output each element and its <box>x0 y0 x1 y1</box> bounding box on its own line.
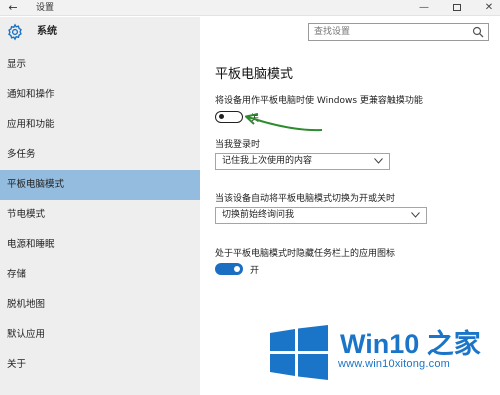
sidebar: 系统 显示 通知和操作 应用和功能 多任务 平板电脑模式 节电模式 电源和睡眠 … <box>0 17 200 395</box>
touch-mode-label: 将设备用作平板电脑时使 Windows 更兼容触摸功能 <box>215 96 423 106</box>
back-button[interactable]: ← <box>4 0 22 16</box>
minimize-button[interactable]: — <box>415 0 433 16</box>
hide-icons-toggle[interactable] <box>215 263 243 275</box>
sidebar-item-power-sleep[interactable]: 电源和睡眠 <box>0 230 200 260</box>
window-title: 设置 <box>36 3 55 13</box>
toggle-knob <box>219 114 224 119</box>
watermark-brand: Win10 之家 <box>340 329 481 359</box>
maximize-button[interactable] <box>448 0 466 16</box>
sidebar-item-apps-features[interactable]: 应用和功能 <box>0 110 200 140</box>
auto-switch-label: 当该设备自动将平板电脑模式切换为开或关时 <box>215 194 396 204</box>
sidebar-item-about[interactable]: 关于 <box>0 350 200 380</box>
auto-switch-dropdown-value: 切换前始终询问我 <box>222 210 295 220</box>
signin-dropdown-value: 记住我上次使用的内容 <box>222 156 313 166</box>
windows-logo-icon <box>270 325 328 380</box>
hide-icons-state: 开 <box>250 266 260 276</box>
hide-icons-label: 处于平板电脑模式时隐藏任务栏上的应用图标 <box>215 249 396 259</box>
chevron-down-icon <box>374 158 383 164</box>
maximize-icon <box>453 3 461 11</box>
sidebar-item-storage[interactable]: 存储 <box>0 260 200 290</box>
sidebar-header-label: 系统 <box>37 26 57 37</box>
signin-dropdown[interactable]: 记住我上次使用的内容 <box>215 153 390 170</box>
auto-switch-dropdown[interactable]: 切换前始终询问我 <box>215 207 427 224</box>
sidebar-item-offline-maps[interactable]: 脱机地图 <box>0 290 200 320</box>
sidebar-item-battery-saver[interactable]: 节电模式 <box>0 200 200 230</box>
page-title: 平板电脑模式 <box>215 67 294 82</box>
sidebar-list: 显示 通知和操作 应用和功能 多任务 平板电脑模式 节电模式 电源和睡眠 存储 … <box>0 50 200 380</box>
chevron-down-icon <box>411 212 420 218</box>
sidebar-header[interactable]: 系统 <box>0 17 200 47</box>
sidebar-item-multitasking[interactable]: 多任务 <box>0 140 200 170</box>
sidebar-item-display[interactable]: 显示 <box>0 50 200 80</box>
title-bar: ← 设置 — ✕ <box>0 0 500 16</box>
close-button[interactable]: ✕ <box>480 0 498 16</box>
toggle-knob <box>234 266 240 272</box>
sidebar-item-tablet-mode[interactable]: 平板电脑模式 <box>0 170 200 200</box>
annotation-arrow-icon <box>245 113 323 132</box>
gear-icon <box>8 23 22 41</box>
watermark-url: www.win10xitong.com <box>338 358 451 370</box>
sidebar-item-notifications[interactable]: 通知和操作 <box>0 80 200 110</box>
sidebar-item-default-apps[interactable]: 默认应用 <box>0 320 200 350</box>
